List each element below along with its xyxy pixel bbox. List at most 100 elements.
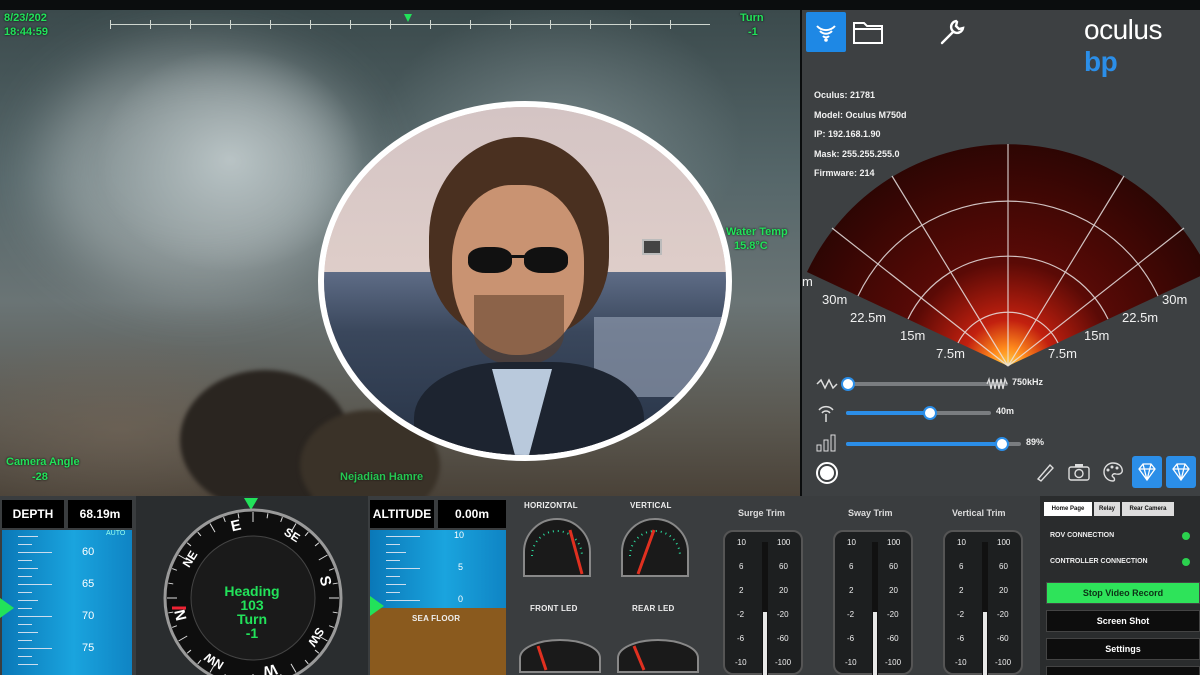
trim-tick: -10 <box>955 658 967 667</box>
trim-track[interactable] <box>982 542 988 675</box>
rov-connection-indicator <box>1182 532 1190 540</box>
seafloor-zone: SEA FLOOR <box>370 608 506 675</box>
altitude-scale: 10 5 0 <box>370 530 506 608</box>
trim-track[interactable] <box>872 542 878 675</box>
settings-tools-button[interactable] <box>932 12 972 52</box>
trim-tick: -10 <box>735 658 747 667</box>
trim-tick: 6 <box>849 562 854 571</box>
front-led-label: FRONT LED <box>530 604 578 613</box>
water-temp-label: Water Temp <box>726 226 788 238</box>
palette-button[interactable] <box>1098 456 1128 488</box>
stop-video-record-button[interactable]: Stop Video Record <box>1046 582 1200 604</box>
trim-tick: 60 <box>779 562 788 571</box>
trim-tick: 60 <box>889 562 898 571</box>
gain-slider[interactable]: 89% <box>816 434 1196 454</box>
record-dot-icon <box>820 466 834 480</box>
record-toggle-button[interactable] <box>816 462 838 484</box>
gem-filter-button-2[interactable] <box>1166 456 1196 488</box>
slider-handle[interactable] <box>841 377 855 391</box>
trim-tick: 6 <box>959 562 964 571</box>
slider-handle[interactable] <box>923 406 938 420</box>
instrument-bar: DEPTH 68.19m AUTO 60 65 70 75 N NE E SE … <box>0 496 1200 675</box>
oculus-logo: oculus bp <box>1084 14 1162 77</box>
folder-icon <box>853 22 883 44</box>
high-frequency-icon <box>986 377 1008 390</box>
camera-angle-label: Camera Angle <box>6 456 80 468</box>
tab-home-page[interactable]: Home Page <box>1044 502 1092 516</box>
compass-turn-value: -1 <box>245 625 259 641</box>
gem-filter-button[interactable] <box>1132 456 1162 488</box>
horizontal-gauge <box>523 518 591 577</box>
compass-readout: Heading 103 Turn -1 <box>206 584 298 640</box>
trim-tick: -6 <box>737 634 745 643</box>
tab-rear-camera[interactable]: Rear Camera <box>1122 502 1174 516</box>
slider-track[interactable] <box>846 437 1021 451</box>
wrench-icon <box>940 19 965 45</box>
trim-track[interactable] <box>762 542 768 675</box>
depth-pointer-icon <box>0 598 14 618</box>
palette-icon <box>1103 462 1123 482</box>
depth-tick: 70 <box>82 610 95 622</box>
surge-trim-title: Surge Trim <box>738 508 786 518</box>
trim-tick: 100 <box>887 538 901 547</box>
snapshot-button[interactable] <box>1064 456 1094 488</box>
trim-tick: 10 <box>737 538 746 547</box>
trim-tick: -100 <box>995 658 1012 667</box>
turn-value: -1 <box>748 26 758 38</box>
trim-tick: 60 <box>999 562 1008 571</box>
trim-tick: 2 <box>959 586 964 595</box>
tab-relay[interactable]: Relay <box>1094 502 1120 516</box>
trim-tick: -6 <box>847 634 855 643</box>
water-temp-value: 15.8°C <box>734 240 768 252</box>
turn-label: Turn <box>740 12 764 24</box>
depth-value: 68.19m <box>68 500 132 528</box>
depth-gauge: DEPTH 68.19m AUTO 60 65 70 75 <box>0 496 134 675</box>
frequency-slider[interactable]: 750kHz <box>816 374 1196 394</box>
range-label: 22.5m <box>850 310 887 325</box>
presenter-webcam <box>318 101 732 461</box>
diamond-icon <box>1138 463 1156 481</box>
range-label: 7.5m <box>1048 346 1077 361</box>
screen-shot-button[interactable]: Screen Shot <box>1046 610 1200 632</box>
sonar-tab-button[interactable] <box>806 12 846 52</box>
trim-tick: 2 <box>849 586 854 595</box>
gain-value: 89% <box>1026 437 1045 447</box>
sonar-fan-display[interactable] <box>802 128 1200 378</box>
folder-button[interactable] <box>848 12 888 52</box>
settings-button[interactable]: Settings <box>1046 638 1200 660</box>
slider-fill <box>846 411 931 415</box>
range-label: 22.5m <box>1122 310 1159 325</box>
range-value: 40m <box>996 406 1015 416</box>
trim-tick: 20 <box>779 586 788 595</box>
altitude-tick: 0 <box>458 594 464 604</box>
sway-trim-title: Sway Trim <box>848 508 893 518</box>
trim-tick: -6 <box>957 634 965 643</box>
depth-label: DEPTH <box>2 500 64 528</box>
range-slider[interactable]: 40m <box>816 403 1196 423</box>
surge-trim-slider[interactable]: 10 6 2 -2 -6 -10 100 60 20 -20 -60 -100 <box>723 530 803 675</box>
sunglasses <box>462 247 574 273</box>
front-led-gauge <box>519 639 601 673</box>
camera-overlay-text: Nejadian Hamre <box>340 471 424 483</box>
trim-tick: 100 <box>997 538 1011 547</box>
info-model: Model: Oculus M750d <box>814 109 907 120</box>
range-label: 15m <box>900 328 926 343</box>
slider-track[interactable] <box>846 406 991 420</box>
slider-track[interactable] <box>841 377 1008 391</box>
slider-handle[interactable] <box>994 437 1009 451</box>
measure-button[interactable] <box>1030 456 1060 488</box>
trim-tick: 2 <box>739 586 744 595</box>
altitude-label: ALTITUDE <box>370 500 434 528</box>
water-haze <box>40 50 360 290</box>
controller-connection-indicator <box>1182 558 1190 566</box>
vertical-trim-slider[interactable]: 10 6 2 -2 -6 -10 100 60 20 -20 -60 -100 <box>943 530 1023 675</box>
range-label: 7.5m <box>936 346 965 361</box>
sway-trim-slider[interactable]: 10 6 2 -2 -6 -10 100 60 20 -20 -60 -100 <box>833 530 913 675</box>
trim-tick: 20 <box>889 586 898 595</box>
trim-tick: -60 <box>777 634 789 643</box>
trim-tick: -20 <box>777 610 789 619</box>
altitude-tick: 10 <box>454 530 465 540</box>
trim-tick: -20 <box>887 610 899 619</box>
more-button[interactable] <box>1046 666 1200 675</box>
depth-scale: AUTO 60 65 70 75 <box>2 530 132 675</box>
